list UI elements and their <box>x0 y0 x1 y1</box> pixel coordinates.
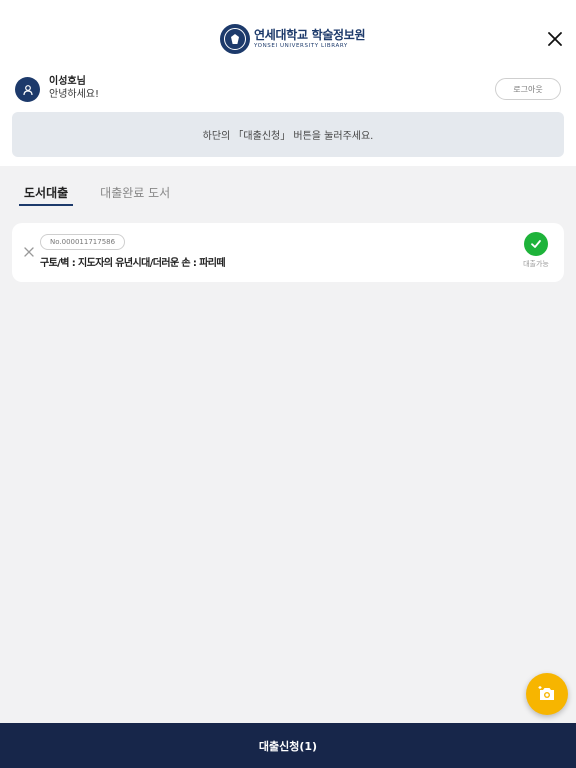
loan-request-label: 대출신청(1) <box>258 739 318 753</box>
user-name: 이성호님 <box>49 76 86 87</box>
logout-button[interactable]: 로그아웃 <box>495 78 561 100</box>
book-title: 구토/벽 : 지도자의 유년시대/더러운 손 : 파리떼 <box>40 258 226 269</box>
close-button[interactable] <box>544 28 566 50</box>
loan-request-button[interactable]: 대출신청(1) <box>0 723 576 768</box>
greeting-text: 안녕하세요! <box>49 89 100 100</box>
close-icon <box>548 32 562 46</box>
avatar <box>15 77 40 102</box>
remove-item-button[interactable] <box>22 245 36 259</box>
logo-english-text: YONSEI UNIVERSITY LIBRARY <box>254 42 348 49</box>
header-area: 연세대학교 학술정보원 YONSEI UNIVERSITY LIBRARY 이성… <box>0 0 576 166</box>
user-info: 이성호님 안녕하세요! 로그아웃 <box>15 75 561 105</box>
logo-korean-text: 연세대학교 학술정보원 <box>254 27 366 42</box>
university-seal-icon <box>220 24 250 54</box>
tab-bar: 도서대출 대출완료 도서 <box>19 180 175 206</box>
library-logo: 연세대학교 학술정보원 YONSEI UNIVERSITY LIBRARY <box>220 24 366 54</box>
availability-status: 대출가능 <box>520 232 552 269</box>
tab-loaned-books[interactable]: 대출완료 도서 <box>95 180 175 206</box>
tab-book-loan[interactable]: 도서대출 <box>19 180 74 206</box>
list-item: No.000011717586 구토/벽 : 지도자의 유년시대/더러운 손 :… <box>12 223 564 282</box>
notice-text: 하단의 「대출신청」 버튼을 눌러주세요. <box>202 131 374 142</box>
notice-banner: 하단의 「대출신청」 버튼을 눌러주세요. <box>12 112 564 157</box>
camera-add-icon <box>538 686 554 700</box>
check-circle-icon <box>524 232 548 256</box>
book-number-badge: No.000011717586 <box>40 234 126 250</box>
person-icon <box>22 84 33 95</box>
close-icon <box>24 247 34 257</box>
camera-scan-button[interactable] <box>526 673 568 715</box>
status-label: 대출가능 <box>523 260 549 268</box>
